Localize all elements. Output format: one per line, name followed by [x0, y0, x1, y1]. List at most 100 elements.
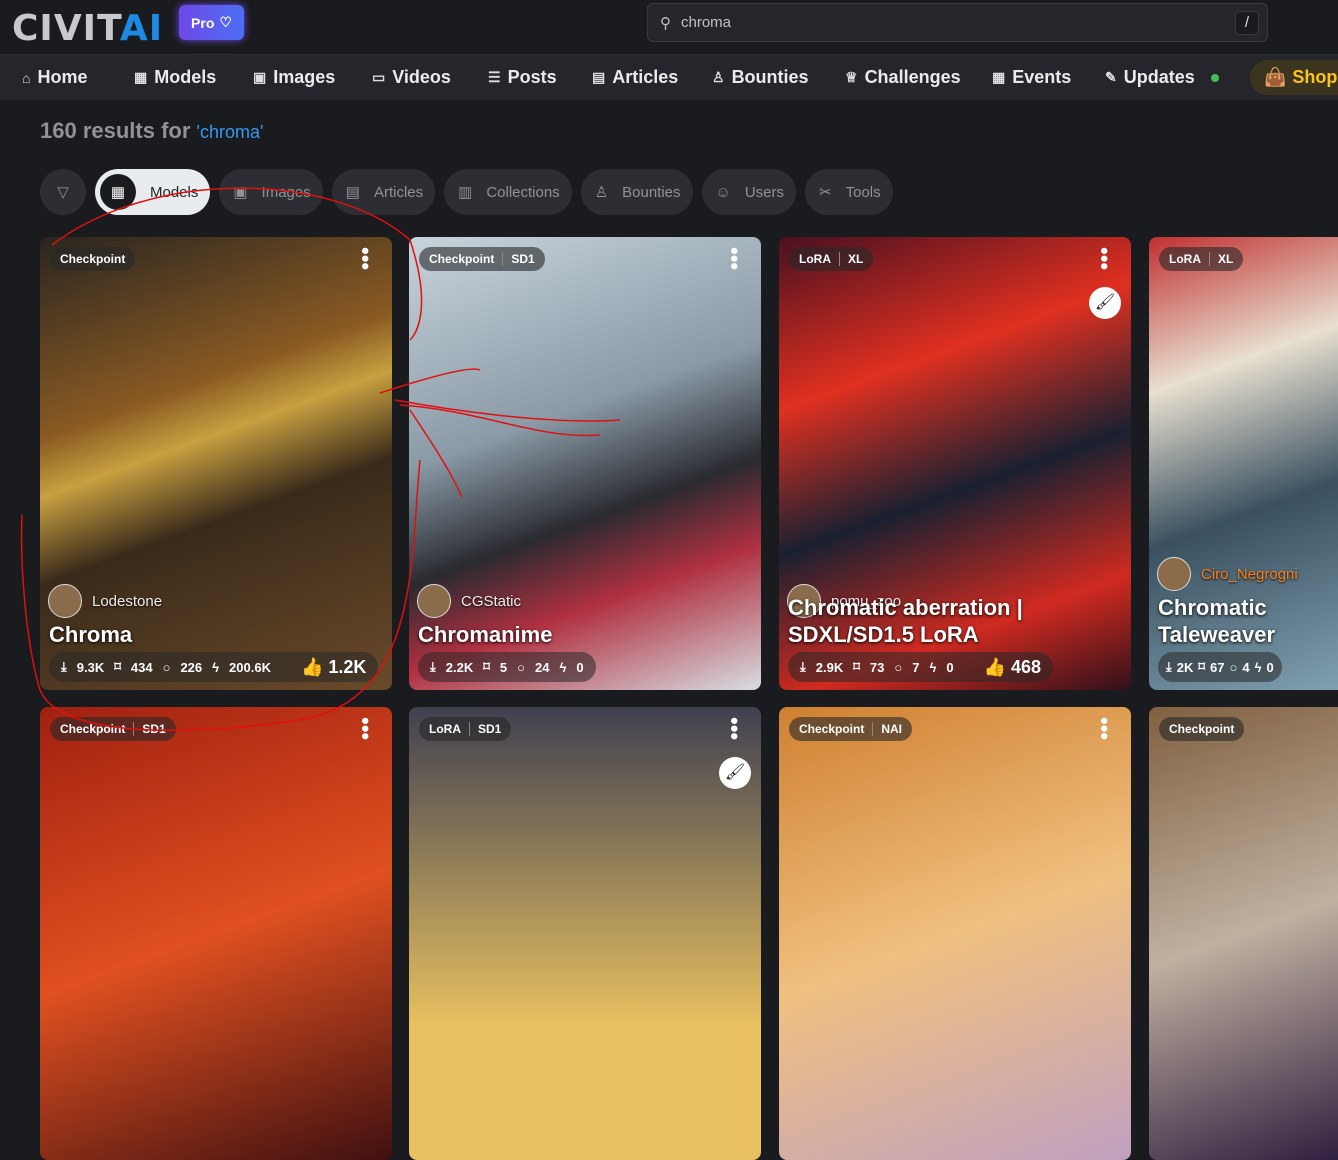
model-type-badge: Checkpoint SD1 — [419, 247, 545, 271]
tab-label: Models — [150, 183, 199, 201]
comments: 4 — [1242, 659, 1250, 675]
tab-label: Images — [261, 183, 311, 201]
model-card[interactable]: LoRA XL Ciro_Negrogni Chromatic Taleweave… — [1149, 237, 1338, 690]
more-options-icon[interactable]: ••• — [353, 717, 378, 740]
base-model: SD1 — [469, 722, 501, 736]
filter-button[interactable]: ▽ — [40, 169, 86, 215]
brush-icon[interactable]: 🖌 — [719, 757, 751, 789]
nav-label: Videos — [392, 67, 451, 87]
nav-posts[interactable]: ☰ Posts — [488, 55, 557, 100]
download-icon: ⤓ — [800, 659, 806, 674]
filter-tabs: ▽ ▦ Models ▣ Images ▤ Articles ▥ Collections ♙ Bo… — [40, 169, 893, 215]
model-card[interactable]: LoRA XL ••• 🖌 pomu_zoo Chromatic aberration… — [779, 237, 1131, 690]
nav-videos[interactable]: ▭ Videos — [372, 55, 451, 100]
model-card[interactable]: Checkpoint SD1 ••• — [40, 707, 392, 1160]
images-icon: ▣ — [233, 184, 248, 201]
model-type: Checkpoint — [1169, 722, 1235, 736]
top-bar: CIVITAI Pro ♡ ⚲ chroma / — [0, 0, 1338, 55]
bolt-icon: ϟ — [212, 659, 220, 675]
more-options-icon[interactable]: ••• — [353, 247, 378, 270]
nav-updates[interactable]: ✎ Updates — [1105, 55, 1195, 100]
nav-label: Bounties — [731, 67, 809, 87]
brush-icon[interactable]: 🖌 — [1089, 287, 1121, 319]
model-title[interactable]: Chroma — [49, 621, 379, 648]
base-model: SD1 — [502, 252, 535, 266]
tab-bounties[interactable]: ♙ Bounties — [580, 169, 693, 215]
model-type: LoRA — [1169, 252, 1201, 266]
bounties-icon: ♙ — [712, 69, 725, 85]
download-icon: ⤓ — [1166, 659, 1172, 674]
nav-label: Posts — [507, 67, 557, 87]
search-input[interactable]: ⚲ chroma / — [647, 3, 1268, 42]
tab-tools[interactable]: ✂ Tools — [805, 169, 893, 215]
tab-models[interactable]: ▦ Models — [95, 169, 211, 215]
bookmark-icon: ⌑ — [1198, 659, 1206, 674]
articles-icon: ▤ — [345, 184, 360, 201]
images-icon: ▣ — [253, 69, 267, 85]
saves: 67 — [1210, 659, 1225, 675]
civitai-logo[interactable]: CIVITAI — [12, 8, 163, 49]
tab-label: Collections — [486, 183, 560, 201]
challenges-icon: ♕ — [845, 69, 858, 85]
tab-images[interactable]: ▣ Images — [219, 169, 323, 215]
model-title[interactable]: Chromatic aberration | SDXL/SD1.5 LoRA — [788, 594, 1118, 648]
model-card[interactable]: Checkpoint SD1 ••• CGStatic Chromanime ⤓ 2.… — [409, 237, 761, 690]
bookmark-icon: ⌑ — [483, 659, 490, 674]
model-type-badge: LoRA SD1 — [419, 717, 512, 741]
creator[interactable]: CGStatic — [417, 584, 521, 618]
creator[interactable]: Ciro_Negrogni — [1157, 557, 1298, 591]
likes-count: 468 — [1011, 656, 1042, 677]
updates-indicator — [1211, 74, 1219, 82]
thumbs-up-icon: 👍 — [983, 656, 1006, 677]
nav-bounties[interactable]: ♙ Bounties — [712, 55, 809, 100]
tab-label: Articles — [373, 183, 424, 201]
likes[interactable]: 👍 1.2K — [301, 657, 366, 678]
base-model: XL — [1209, 252, 1233, 266]
models-icon: ▦ — [134, 69, 148, 85]
model-stats: ⤓ 2K ⌑ 67 ○ 4 ϟ0 — [1158, 652, 1282, 682]
nav-articles[interactable]: ▤ Articles — [592, 55, 678, 100]
base-model: SD1 — [133, 722, 166, 736]
more-options-icon[interactable]: ••• — [1092, 717, 1117, 740]
nav-home[interactable]: ⌂ Home — [22, 55, 87, 100]
model-card[interactable]: LoRA SD1 ••• 🖌 — [409, 707, 761, 1160]
search-value: chroma — [681, 14, 732, 31]
more-options-icon[interactable]: ••• — [722, 717, 747, 740]
model-title[interactable]: Chromatic Taleweaver — [1158, 594, 1333, 648]
creator[interactable]: Lodestone — [48, 584, 162, 618]
more-options-icon[interactable]: ••• — [722, 247, 747, 270]
model-type: Checkpoint — [799, 722, 865, 736]
likes[interactable]: 👍 468 — [984, 657, 1041, 678]
tab-collections[interactable]: ▥ Collections — [444, 169, 572, 215]
model-type-badge: Checkpoint — [50, 247, 136, 271]
model-type: Checkpoint — [429, 252, 495, 266]
logo-text: CIVIT — [12, 8, 120, 49]
tab-label: Tools — [845, 183, 881, 201]
tab-articles[interactable]: ▤ Articles — [331, 169, 436, 215]
model-type: Checkpoint — [60, 722, 126, 736]
model-stats: ⤓ 2.9K ⌑ 73 ○ 7 ϟ0 👍 468 — [788, 652, 1054, 682]
more-options-icon[interactable]: ••• — [1092, 247, 1117, 270]
tab-users[interactable]: ☺ Users — [701, 169, 797, 215]
saves: 434 — [130, 659, 153, 675]
downloads: 2.9K — [815, 659, 844, 675]
shop-button[interactable]: 👜 Shop — [1250, 60, 1338, 95]
model-card[interactable]: Checkpoint ••• Lodestone Chroma ⤓ 9.3K ⌑ 43… — [40, 237, 392, 690]
bolt-icon: ϟ — [559, 659, 567, 675]
model-title[interactable]: Chromanime — [418, 621, 748, 648]
comments: 7 — [912, 659, 920, 675]
pro-button[interactable]: Pro ♡ — [179, 5, 244, 40]
model-card[interactable]: Checkpoint NAI ••• — [779, 707, 1131, 1160]
comment-icon: ○ — [894, 659, 903, 675]
avatar — [417, 584, 451, 618]
comments: 24 — [534, 659, 550, 675]
updates-icon: ✎ — [1105, 69, 1117, 85]
collections-icon: ▥ — [458, 184, 473, 201]
buzz: 0 — [946, 659, 954, 675]
nav-images[interactable]: ▣ Images — [253, 55, 335, 100]
nav-challenges[interactable]: ♕ Challenges — [845, 55, 961, 100]
downloads: 2K — [1176, 659, 1194, 675]
nav-models[interactable]: ▦ Models — [134, 55, 216, 100]
model-card[interactable]: Checkpoint — [1149, 707, 1338, 1160]
nav-events[interactable]: ▦ Events — [992, 55, 1071, 100]
